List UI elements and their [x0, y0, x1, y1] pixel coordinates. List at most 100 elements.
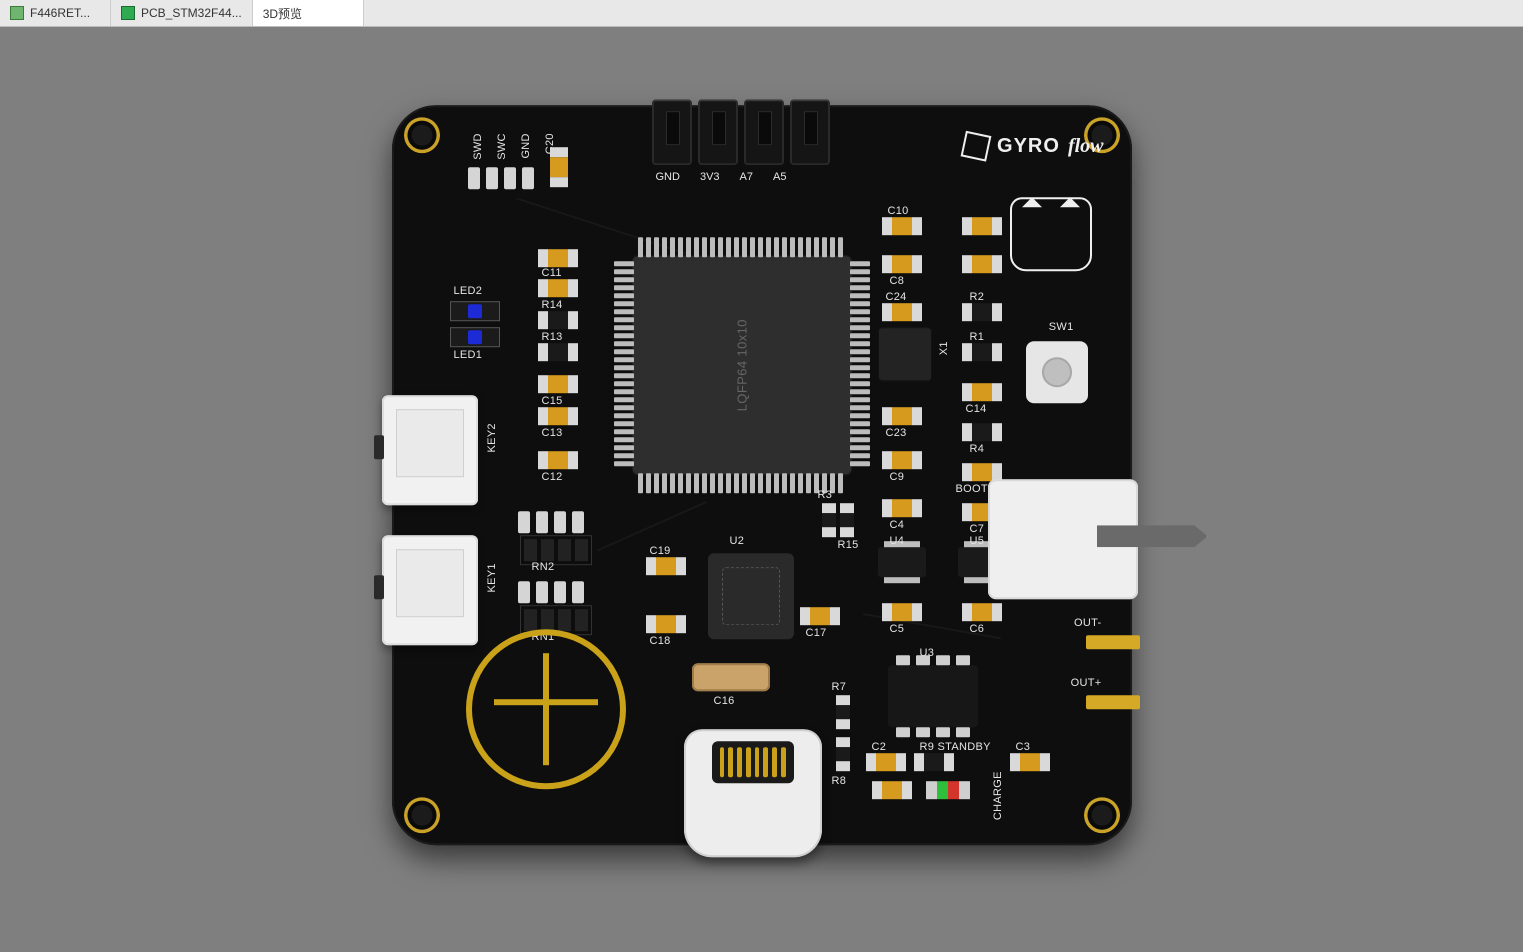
c24: [882, 303, 922, 321]
mcu-leads-left: [614, 261, 634, 466]
silk-outm: OUT-: [1074, 617, 1101, 629]
silk-c24: C24: [886, 291, 907, 303]
brand-gyroflow: GYRO flow: [963, 133, 1103, 159]
silk-c23: C23: [886, 427, 907, 439]
mount-hole: [404, 117, 440, 153]
c6: [962, 603, 1002, 621]
silk-c19: C19: [650, 545, 671, 557]
usb-c-connector: [684, 729, 822, 857]
silk-r15: R15: [838, 539, 859, 551]
crystal: [692, 663, 770, 691]
tab-schematic[interactable]: F446RET...: [0, 0, 111, 26]
schematic-icon: [10, 6, 24, 20]
brand-text-2: flow: [1068, 135, 1104, 158]
r15: [840, 503, 854, 537]
silk-x1: X1: [938, 341, 950, 355]
pcb-icon: [121, 6, 135, 20]
silk-c14: C14: [966, 403, 987, 415]
out-plus-pin: [1086, 695, 1140, 709]
pin-label: GND: [656, 171, 680, 183]
silk-r13: R13: [542, 331, 563, 343]
silk-c7: C7: [970, 523, 985, 535]
silk-led1: LED1: [454, 349, 483, 361]
pin-label: A7: [740, 171, 753, 183]
silk-rn2: RN2: [532, 561, 555, 573]
silk-outp: OUT+: [1071, 677, 1102, 689]
r8: [836, 737, 850, 771]
silk-key2: KEY2: [486, 423, 498, 452]
swd-pads: [468, 167, 534, 189]
mcu-lqfp64: LQFP64 10x10: [632, 255, 852, 475]
c10: [882, 217, 922, 235]
tab-3d-preview[interactable]: 3D预览: [253, 0, 364, 26]
silk-r9: R9: [920, 741, 935, 753]
mcu-leads-right: [850, 261, 870, 466]
c20: [550, 147, 568, 187]
silk-c9: C9: [890, 471, 905, 483]
c15: [538, 375, 578, 393]
silk-charge: CHARGE: [992, 771, 1004, 820]
tab-bar: F446RET... PCB_STM32F44... 3D预览: [0, 0, 1523, 27]
3d-viewport[interactable]: GND 3V3 A7 A5 SWD SWC GND C20 GYRO flow …: [0, 27, 1523, 952]
r4: [962, 423, 1002, 441]
charge-standby-leds: [926, 781, 970, 799]
silk-standby: STANDBY: [938, 741, 991, 753]
pin-label: 3V3: [700, 171, 720, 183]
rn1-pads: [518, 581, 584, 603]
header-labels: GND 3V3 A7 A5: [656, 171, 787, 183]
silk-c5: C5: [890, 623, 905, 635]
u2-qfn: [708, 553, 794, 639]
silk-u4: U4: [890, 535, 905, 547]
c8: [882, 255, 922, 273]
silk-r8: R8: [832, 775, 847, 787]
c4: [882, 499, 922, 517]
silk-c16: C16: [714, 695, 735, 707]
silk-r1: R1: [970, 331, 985, 343]
silk-sw1: SW1: [1049, 321, 1074, 333]
cube-icon: [961, 131, 992, 162]
brand-text-1: GYRO: [997, 135, 1060, 158]
rn2: [520, 535, 592, 565]
silk-r2: R2: [970, 291, 985, 303]
trace: [596, 501, 706, 552]
c2: [866, 753, 906, 771]
logo-medallion: [466, 629, 626, 789]
c17: [800, 607, 840, 625]
silk-r7: R7: [832, 681, 847, 693]
c18: [646, 615, 686, 633]
standby-led-pad: [872, 781, 912, 799]
led2: [450, 301, 500, 321]
c12: [538, 451, 578, 469]
tab-pcb[interactable]: PCB_STM32F44...: [111, 0, 253, 26]
silk-c15: C15: [542, 395, 563, 407]
silk-c10: C10: [888, 205, 909, 217]
smd: [538, 249, 578, 267]
silk-c8: C8: [890, 275, 905, 287]
silk-c2: C2: [872, 741, 887, 753]
jst-key2: [382, 395, 478, 505]
r13: [538, 343, 578, 361]
silk-gnd: GND: [520, 133, 532, 158]
out-minus-pin: [1086, 635, 1140, 649]
silk-swd: SWD: [472, 133, 484, 160]
header-4pin: [652, 99, 830, 165]
c23: [882, 407, 922, 425]
r9: [914, 753, 954, 771]
silk-r14: R14: [542, 299, 563, 311]
u4: [878, 547, 926, 577]
silk-led2: LED2: [454, 285, 483, 297]
silk-swc: SWC: [496, 133, 508, 160]
smd: [962, 255, 1002, 273]
u3-so8: [888, 665, 978, 727]
silk-c18: C18: [650, 635, 671, 647]
silk-c12: C12: [542, 471, 563, 483]
rn2-pads: [518, 511, 584, 533]
trace: [516, 197, 688, 255]
pin-label: A5: [773, 171, 786, 183]
smd: [962, 217, 1002, 235]
tab-label: 3D预览: [263, 5, 302, 22]
r1: [962, 343, 1002, 361]
c3: [1010, 753, 1050, 771]
silk-r3: R3: [818, 489, 833, 501]
silk-c11: C11: [542, 267, 562, 279]
